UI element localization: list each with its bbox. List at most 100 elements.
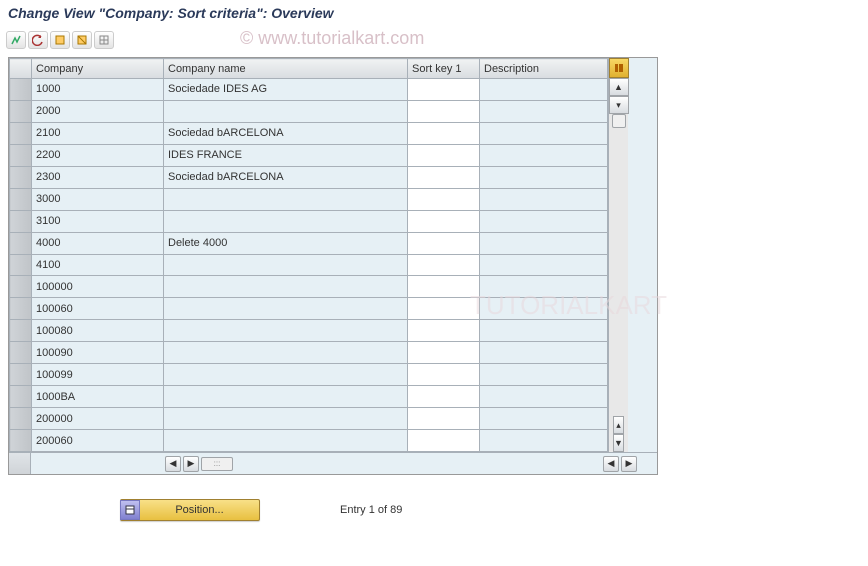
row-selector[interactable] (10, 166, 32, 188)
deselect-all-button[interactable] (72, 31, 92, 49)
scroll-down-button[interactable]: ▼ (613, 434, 624, 452)
desc-cell[interactable] (480, 166, 608, 188)
row-selector[interactable] (10, 276, 32, 298)
company-cell[interactable]: 2300 (32, 166, 164, 188)
sortkey-cell[interactable] (408, 79, 480, 101)
name-cell[interactable]: IDES FRANCE (164, 144, 408, 166)
company-cell[interactable]: 1000 (32, 79, 164, 101)
desc-cell[interactable] (480, 254, 608, 276)
company-cell[interactable]: 100080 (32, 320, 164, 342)
name-cell[interactable] (164, 210, 408, 232)
desc-cell[interactable] (480, 430, 608, 452)
name-cell[interactable] (164, 100, 408, 122)
row-selector[interactable] (10, 342, 32, 364)
name-cell[interactable] (164, 254, 408, 276)
row-selector[interactable] (10, 232, 32, 254)
row-selector[interactable] (10, 430, 32, 452)
company-cell[interactable]: 1000BA (32, 386, 164, 408)
scroll-thumb[interactable] (612, 114, 626, 128)
row-selector[interactable] (10, 188, 32, 210)
desc-cell[interactable] (480, 210, 608, 232)
table-config-button[interactable] (609, 58, 629, 78)
sortkey-cell[interactable] (408, 254, 480, 276)
name-column-header[interactable]: Company name (164, 59, 408, 79)
row-selector[interactable] (10, 298, 32, 320)
desc-cell[interactable] (480, 342, 608, 364)
name-cell[interactable] (164, 298, 408, 320)
sortkey-cell[interactable] (408, 386, 480, 408)
company-cell[interactable]: 100060 (32, 298, 164, 320)
company-cell[interactable]: 100099 (32, 364, 164, 386)
name-cell[interactable] (164, 188, 408, 210)
desc-cell[interactable] (480, 79, 608, 101)
desc-cell[interactable] (480, 408, 608, 430)
hscroll-right-button[interactable]: ▶ (183, 456, 199, 472)
row-selector[interactable] (10, 254, 32, 276)
scroll-up-button[interactable]: ▲ (609, 78, 629, 96)
select-column-header[interactable] (10, 59, 32, 79)
desc-cell[interactable] (480, 144, 608, 166)
desc-cell[interactable] (480, 232, 608, 254)
desc-cell[interactable] (480, 122, 608, 144)
company-cell[interactable]: 3000 (32, 188, 164, 210)
change-toggle-button[interactable] (6, 31, 26, 49)
sortkey-cell[interactable] (408, 144, 480, 166)
sortkey-cell[interactable] (408, 408, 480, 430)
desc-cell[interactable] (480, 188, 608, 210)
company-cell[interactable]: 4000 (32, 232, 164, 254)
name-cell[interactable] (164, 364, 408, 386)
company-cell[interactable]: 200000 (32, 408, 164, 430)
company-cell[interactable]: 100090 (32, 342, 164, 364)
name-cell[interactable]: Delete 4000 (164, 232, 408, 254)
name-cell[interactable] (164, 408, 408, 430)
sortkey-cell[interactable] (408, 320, 480, 342)
desc-column-header[interactable]: Description (480, 59, 608, 79)
hscroll-right2-button[interactable]: ▶ (621, 456, 637, 472)
scroll-line-down-button[interactable]: ▴ (613, 416, 624, 434)
company-column-header[interactable]: Company (32, 59, 164, 79)
horizontal-scrollbar[interactable]: ◀ ▶ ::: ◀ ▶ (9, 452, 657, 474)
select-all-button[interactable] (50, 31, 70, 49)
undo-button[interactable] (28, 31, 48, 49)
name-cell[interactable]: Sociedad bARCELONA (164, 122, 408, 144)
scroll-line-up-button[interactable]: ▾ (609, 96, 629, 114)
row-selector[interactable] (10, 386, 32, 408)
row-selector[interactable] (10, 79, 32, 101)
name-cell[interactable] (164, 342, 408, 364)
name-cell[interactable] (164, 320, 408, 342)
company-cell[interactable]: 2200 (32, 144, 164, 166)
sortkey-column-header[interactable]: Sort key 1 (408, 59, 480, 79)
hscroll-track-left[interactable]: ::: (201, 457, 233, 471)
sortkey-cell[interactable] (408, 188, 480, 210)
name-cell[interactable]: Sociedade IDES AG (164, 79, 408, 101)
desc-cell[interactable] (480, 386, 608, 408)
company-cell[interactable]: 4100 (32, 254, 164, 276)
name-cell[interactable]: Sociedad bARCELONA (164, 166, 408, 188)
sortkey-cell[interactable] (408, 342, 480, 364)
company-cell[interactable]: 2000 (32, 100, 164, 122)
desc-cell[interactable] (480, 276, 608, 298)
row-selector[interactable] (10, 364, 32, 386)
company-cell[interactable]: 100000 (32, 276, 164, 298)
sortkey-cell[interactable] (408, 232, 480, 254)
sortkey-cell[interactable] (408, 166, 480, 188)
hscroll-left2-button[interactable]: ◀ (603, 456, 619, 472)
row-selector[interactable] (10, 100, 32, 122)
name-cell[interactable] (164, 386, 408, 408)
desc-cell[interactable] (480, 364, 608, 386)
sortkey-cell[interactable] (408, 276, 480, 298)
row-selector[interactable] (10, 122, 32, 144)
position-button[interactable]: Position... (120, 499, 260, 521)
desc-cell[interactable] (480, 320, 608, 342)
sortkey-cell[interactable] (408, 122, 480, 144)
row-selector[interactable] (10, 210, 32, 232)
name-cell[interactable] (164, 276, 408, 298)
sortkey-cell[interactable] (408, 100, 480, 122)
row-selector[interactable] (10, 320, 32, 342)
hscroll-left-button[interactable]: ◀ (165, 456, 181, 472)
desc-cell[interactable] (480, 298, 608, 320)
company-cell[interactable]: 200060 (32, 430, 164, 452)
row-selector[interactable] (10, 144, 32, 166)
company-cell[interactable]: 2100 (32, 122, 164, 144)
sortkey-cell[interactable] (408, 210, 480, 232)
